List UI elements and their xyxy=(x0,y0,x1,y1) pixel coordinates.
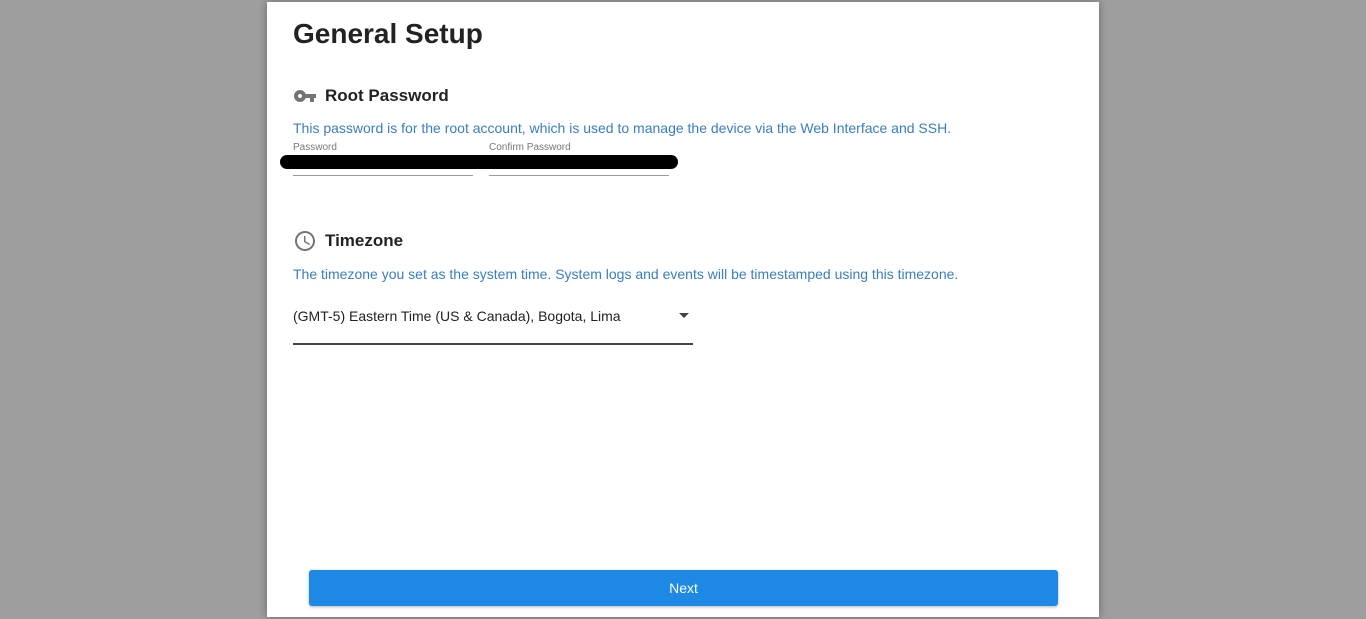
timezone-select[interactable]: (GMT-5) Eastern Time (US & Canada), Bogo… xyxy=(293,302,693,345)
root-password-description: This password is for the root account, w… xyxy=(293,120,952,136)
clock-icon xyxy=(293,229,317,253)
root-password-heading: Root Password xyxy=(325,86,449,105)
dropdown-arrow-icon xyxy=(679,313,689,318)
next-button[interactable]: Next xyxy=(309,570,1058,606)
setup-panel: General Setup Root Password This passwor… xyxy=(267,2,1099,617)
timezone-selected-value: (GMT-5) Eastern Time (US & Canada), Bogo… xyxy=(293,308,621,324)
timezone-description: The timezone you set as the system time.… xyxy=(293,266,959,282)
redaction-mark xyxy=(280,155,678,169)
timezone-heading: Timezone xyxy=(325,231,404,250)
root-password-header: Root Password xyxy=(293,84,449,108)
key-icon xyxy=(293,84,317,108)
confirm-password-label: Confirm Password xyxy=(489,142,571,153)
page-title: General Setup xyxy=(293,18,483,49)
password-label: Password xyxy=(293,142,337,153)
timezone-header: Timezone xyxy=(293,229,403,253)
